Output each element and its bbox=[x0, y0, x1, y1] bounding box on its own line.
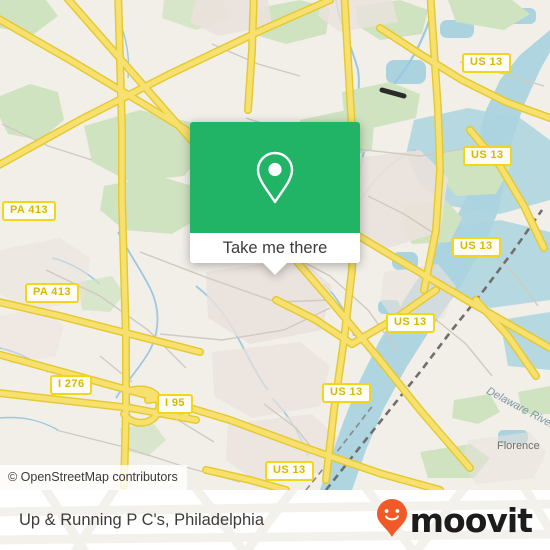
label-florence: Florence bbox=[497, 440, 540, 452]
shield-pa413-south: PA 413 bbox=[25, 283, 79, 303]
shield-us13-east: US 13 bbox=[452, 237, 501, 257]
osm-attribution[interactable]: © OpenStreetMap contributors bbox=[0, 465, 187, 490]
shield-us13-north: US 13 bbox=[462, 53, 511, 73]
shield-i276: I 276 bbox=[50, 375, 93, 395]
take-me-there-label: Take me there bbox=[222, 238, 328, 257]
map-pin-icon bbox=[254, 150, 296, 206]
shield-pa413-north: PA 413 bbox=[2, 201, 56, 221]
footer-bar: Up & Running P C's, Philadelphia moovit bbox=[0, 490, 550, 550]
shield-i95: I 95 bbox=[157, 394, 193, 414]
moovit-logo[interactable]: moovit bbox=[376, 490, 533, 550]
shield-us13-south: US 13 bbox=[265, 461, 314, 481]
moovit-pin-icon bbox=[376, 498, 408, 543]
place-title: Up & Running P C's, Philadelphia bbox=[19, 510, 264, 529]
shield-us13-upper: US 13 bbox=[463, 146, 512, 166]
popup-action-bar[interactable]: Take me there bbox=[190, 233, 360, 275]
moovit-wordmark: moovit bbox=[409, 500, 533, 540]
popup-tail bbox=[263, 263, 287, 275]
shield-us13-mid: US 13 bbox=[386, 313, 435, 333]
popup-image-area bbox=[190, 122, 360, 233]
map-page: US 13 US 13 US 13 PA 413 PA 413 US 13 I … bbox=[0, 0, 550, 550]
map-canvas[interactable]: US 13 US 13 US 13 PA 413 PA 413 US 13 I … bbox=[0, 0, 550, 490]
shield-us13-low: US 13 bbox=[322, 383, 371, 403]
location-popup[interactable]: Take me there bbox=[190, 122, 360, 275]
